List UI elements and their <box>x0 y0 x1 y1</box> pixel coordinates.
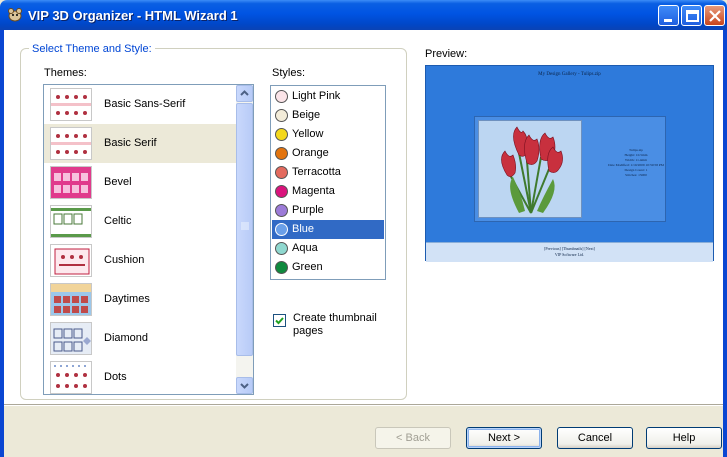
cancel-button[interactable]: Cancel <box>557 427 633 449</box>
theme-label: Celtic <box>104 215 132 227</box>
style-label: Terracotta <box>292 166 341 178</box>
theme-item-basic-sans-serif[interactable]: Basic Sans-Serif <box>44 85 237 124</box>
color-swatch-icon <box>275 109 288 122</box>
theme-item-dots[interactable]: Dots <box>44 358 237 394</box>
theme-item-celtic[interactable]: Celtic <box>44 202 237 241</box>
preview-page-title: My Design Gallery - Tulips.zip <box>538 72 601 77</box>
style-item-orange[interactable]: Orange <box>272 144 384 163</box>
theme-label: Basic Sans-Serif <box>104 98 186 110</box>
style-item-light-pink[interactable]: Light Pink <box>272 87 384 106</box>
theme-item-daytimes[interactable]: Daytimes <box>44 280 237 319</box>
style-label: Aqua <box>292 242 318 254</box>
theme-item-diamond[interactable]: Diamond <box>44 319 237 358</box>
scroll-up-button[interactable] <box>236 85 253 102</box>
close-button[interactable] <box>704 5 725 26</box>
theme-thumb-celtic-icon <box>50 205 92 238</box>
group-legend: Select Theme and Style: <box>29 43 155 55</box>
scroll-thumb[interactable] <box>236 103 253 356</box>
preview-info: Tulips.zip Height: 10.5mm Width: 11.4mm … <box>596 148 676 178</box>
style-label: Purple <box>292 204 324 216</box>
theme-item-basic-serif[interactable]: Basic Serif <box>44 124 237 163</box>
style-label: Beige <box>292 109 321 121</box>
theme-item-bevel[interactable]: Bevel <box>44 163 237 202</box>
style-item-beige[interactable]: Beige <box>272 106 384 125</box>
theme-thumb-dots-icon <box>50 361 92 394</box>
preview-info-line: Stitches: 15000 <box>625 173 647 177</box>
themes-scrollbar[interactable] <box>236 85 253 394</box>
theme-thumb-basic-sans-serif-icon <box>50 88 92 121</box>
preview-footer: [Previous] [Thumbnails] [Next] VIP Softw… <box>426 242 713 262</box>
theme-thumb-daytimes-icon <box>50 283 92 316</box>
theme-thumb-cushion-icon <box>50 244 92 277</box>
create-thumbnail-label[interactable]: Create thumbnail pages <box>293 312 403 338</box>
theme-thumb-bevel-icon <box>50 166 92 199</box>
window-title: VIP 3D Organizer - HTML Wizard 1 <box>28 8 238 23</box>
maximize-button[interactable] <box>681 5 702 26</box>
scroll-down-button[interactable] <box>236 377 253 394</box>
style-label: Blue <box>292 223 315 235</box>
theme-thumb-basic-serif-icon <box>50 127 92 160</box>
next-button[interactable]: Next > <box>466 427 542 449</box>
style-item-blue[interactable]: Blue <box>272 220 384 239</box>
style-label: Magenta <box>292 185 335 197</box>
grip-icon <box>241 222 249 230</box>
color-swatch-icon <box>275 90 288 103</box>
separator <box>4 404 723 406</box>
theme-label: Basic Serif <box>104 137 157 149</box>
color-swatch-icon <box>275 128 288 141</box>
color-swatch-icon <box>275 261 288 274</box>
theme-label: Bevel <box>104 176 132 188</box>
theme-item-cushion[interactable]: Cushion <box>44 241 237 280</box>
styles-label: Styles: <box>272 67 306 79</box>
window-frame-right <box>723 30 727 457</box>
color-swatch-icon <box>275 223 288 236</box>
checkmark-icon <box>275 317 284 325</box>
styles-list[interactable]: Light Pink Beige Yellow Orange Terracott… <box>270 85 386 280</box>
help-button[interactable]: Help <box>646 427 722 449</box>
theme-label: Dots <box>104 371 127 383</box>
style-item-magenta[interactable]: Magenta <box>272 182 384 201</box>
color-swatch-icon <box>275 166 288 179</box>
color-swatch-icon <box>275 204 288 217</box>
style-item-green[interactable]: Green <box>272 258 384 277</box>
tulip-icon <box>501 126 563 214</box>
style-label: Light Pink <box>292 90 341 102</box>
theme-label: Daytimes <box>104 293 150 305</box>
color-swatch-icon <box>275 242 288 255</box>
back-button[interactable]: < Back <box>375 427 451 449</box>
minimize-button[interactable] <box>658 5 679 26</box>
theme-label: Cushion <box>104 254 145 266</box>
style-item-terracotta[interactable]: Terracotta <box>272 163 384 182</box>
style-label: Orange <box>292 147 329 159</box>
preview-pane: My Design Gallery - Tulips.zip Tulips.zi… <box>425 65 714 262</box>
style-label: Green <box>292 261 323 273</box>
style-label: Yellow <box>292 128 324 140</box>
create-thumbnail-checkbox[interactable] <box>273 314 286 327</box>
style-item-aqua[interactable]: Aqua <box>272 239 384 258</box>
theme-label: Diamond <box>104 332 149 344</box>
preview-photo <box>478 120 582 218</box>
style-item-purple[interactable]: Purple <box>272 201 384 220</box>
preview-footer-line: VIP Software Ltd. <box>554 252 585 257</box>
app-icon <box>7 7 23 23</box>
preview-label: Preview: <box>425 48 468 60</box>
themes-label: Themes: <box>44 67 87 79</box>
title-bar: VIP 3D Organizer - HTML Wizard 1 <box>0 0 727 30</box>
themes-list[interactable]: Basic Sans-Serif Basic Serif Bevel Celti… <box>43 84 254 395</box>
theme-thumb-diamond-icon <box>50 322 92 355</box>
style-item-yellow[interactable]: Yellow <box>272 125 384 144</box>
color-swatch-icon <box>275 147 288 160</box>
color-swatch-icon <box>275 185 288 198</box>
